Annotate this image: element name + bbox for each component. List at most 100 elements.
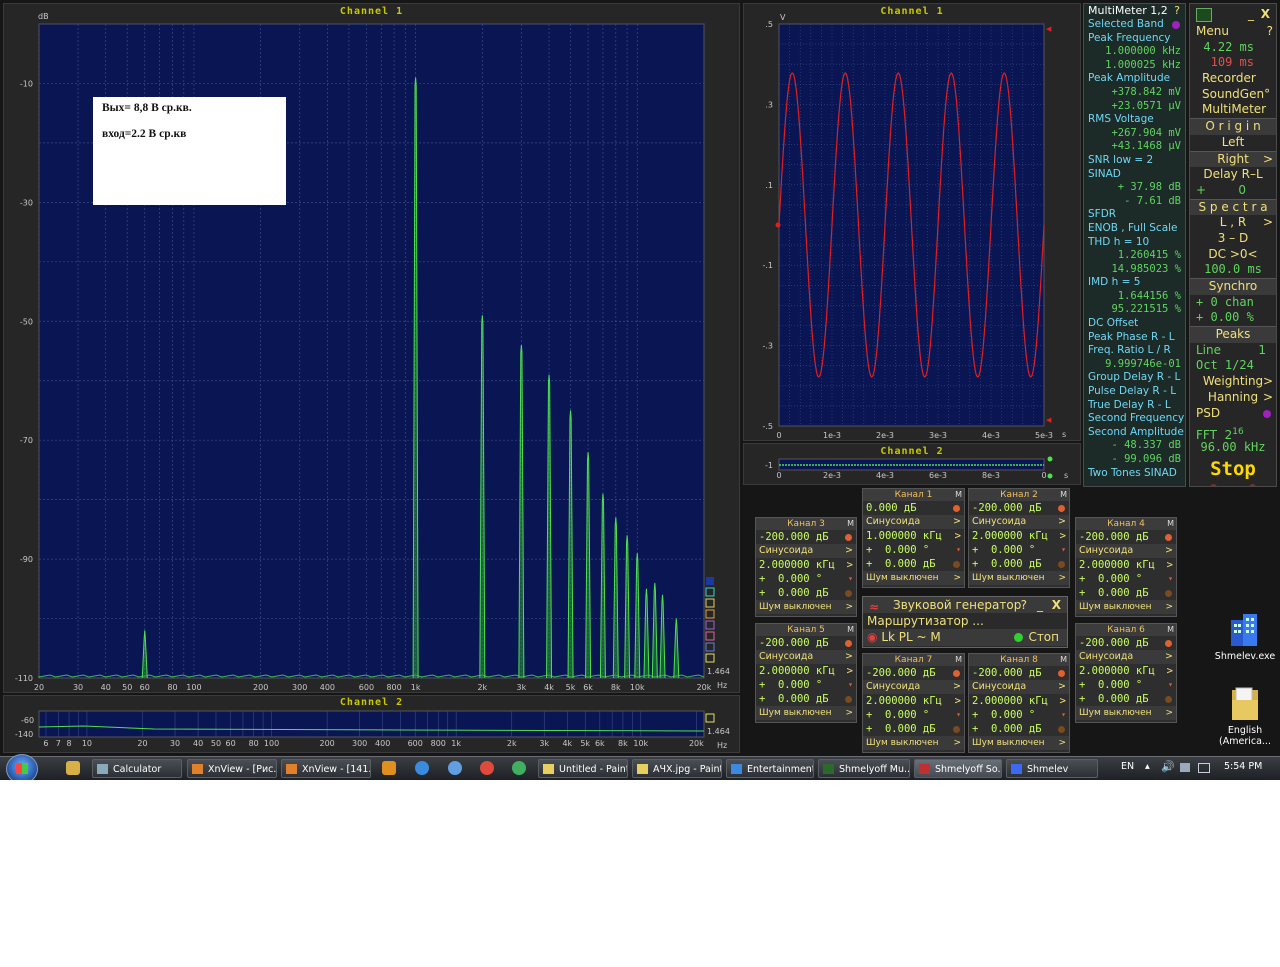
generator-channel-1[interactable]: Канал 1 M 0.000 дБ Синусоида >1.000000 кГц > +… <box>862 488 965 588</box>
channel-noise-toggle[interactable]: Шум выключен > <box>1076 706 1176 720</box>
multimeter-label[interactable]: Pulse Delay R - L <box>1084 385 1185 399</box>
line-row[interactable]: Line 1 <box>1190 343 1276 359</box>
language-indicator[interactable]: EN <box>1121 761 1134 772</box>
channel-level[interactable]: -200.000 дБ <box>1076 530 1176 544</box>
channel-m-button[interactable]: M <box>847 518 854 530</box>
multimeter-label[interactable]: True Delay R - L <box>1084 399 1185 413</box>
channel-waveform-select[interactable]: Синусоида > <box>756 650 856 664</box>
taskbar-item-xnview-1[interactable]: XnView - [Рис... <box>187 759 277 778</box>
channel-amplitude[interactable]: + 0.000 дБ <box>969 722 1069 736</box>
taskbar-item-calculator[interactable]: Calculator <box>92 759 182 778</box>
globe-icon[interactable] <box>512 761 526 775</box>
channel-level[interactable]: -200.000 дБ <box>969 501 1069 515</box>
channel-amplitude[interactable]: + 0.000 дБ <box>756 586 856 600</box>
channel-amplitude[interactable]: + 0.000 дБ <box>756 692 856 706</box>
delay-button[interactable]: Delay R–L <box>1190 167 1276 183</box>
channel-amplitude[interactable]: + 0.000 дБ <box>969 557 1069 571</box>
channel-frequency[interactable]: 2.000000 кГц > <box>969 694 1069 708</box>
channel-phase[interactable]: + 0.000 ° ▾ <box>756 678 856 692</box>
browser-icon[interactable] <box>448 761 462 775</box>
taskbar-item-xnview-2[interactable]: XnView - [141... <box>281 759 371 778</box>
weighting-button[interactable]: Weighting > <box>1190 374 1276 390</box>
channel-frequency[interactable]: 2.000000 кГц > <box>1076 558 1176 572</box>
minimize-button[interactable]: _ <box>1248 4 1254 24</box>
channel-noise-toggle[interactable]: Шум выключен > <box>1076 600 1176 614</box>
multimeter-label[interactable]: Peak Frequency <box>1084 32 1185 46</box>
generator-help-button[interactable]: ? <box>1021 597 1027 613</box>
channel-amplitude[interactable]: + 0.000 дБ <box>863 722 964 736</box>
dc-button[interactable]: DC >0< <box>1190 247 1276 263</box>
oct-row[interactable]: Oct 1/24 <box>1190 358 1276 374</box>
channel-level[interactable]: -200.000 дБ <box>1076 636 1176 650</box>
synchro-chan[interactable]: + 0 chan <box>1190 295 1276 311</box>
multimeter-label[interactable]: SINAD <box>1084 168 1185 182</box>
channel-header[interactable]: Канал 1 M <box>863 489 964 501</box>
channel-phase[interactable]: + 0.000 ° ▾ <box>969 708 1069 722</box>
fft-row[interactable]: FFT 216 <box>1190 421 1276 442</box>
desktop-icon-english[interactable]: English (America... <box>1213 686 1277 747</box>
generator-channel-5[interactable]: Канал 5 M -200.000 дБ Синусоида >2.000000 кГ… <box>755 623 857 723</box>
channel-amplitude[interactable]: + 0.000 дБ <box>1076 692 1176 706</box>
generator-channel-4[interactable]: Канал 4 M -200.000 дБ Синусоида >2.000000 кГ… <box>1075 517 1177 617</box>
taskbar-item-paint-1[interactable]: Untitled - Paint <box>538 759 628 778</box>
channel-frequency[interactable]: 1.000000 кГц > <box>863 529 964 543</box>
channel-m-button[interactable]: M <box>847 624 854 636</box>
multimeter-help-button[interactable]: ? <box>1174 4 1180 18</box>
generator-channel-8[interactable]: Канал 8 M -200.000 дБ Синусоида >2.000000 кГ… <box>968 653 1070 753</box>
channel-m-button[interactable]: M <box>955 489 962 501</box>
start-button[interactable] <box>6 754 38 780</box>
channel-phase[interactable]: + 0.000 ° ▾ <box>756 572 856 586</box>
channel-noise-toggle[interactable]: Шум выключен > <box>756 706 856 720</box>
channel-amplitude[interactable]: + 0.000 дБ <box>1076 586 1176 600</box>
router-button[interactable]: Маршрутизатор ... <box>863 613 1067 629</box>
multimeter-label[interactable]: THD h = 10 <box>1084 236 1185 250</box>
channel-waveform-select[interactable]: Синусоида > <box>863 680 964 694</box>
menu-button[interactable]: Menu? <box>1190 24 1276 40</box>
multimeter-label[interactable]: ENOB , Full Scale <box>1084 222 1185 236</box>
channel-header[interactable]: Канал 2 M <box>969 489 1069 501</box>
wave-button[interactable]: ~ <box>917 630 927 644</box>
multimeter-label[interactable]: Selected Band <box>1084 18 1185 32</box>
channel-noise-toggle[interactable]: Шум выключен > <box>863 571 964 585</box>
channel-header[interactable]: Канал 3 M <box>756 518 856 530</box>
lk-button[interactable]: Lk <box>881 630 895 644</box>
channel-waveform-select[interactable]: Синусоида > <box>969 680 1069 694</box>
lr-button[interactable]: L , R > <box>1190 215 1276 231</box>
generator-stop-button[interactable]: Стоп <box>1028 629 1059 646</box>
channel-frequency[interactable]: 2.000000 кГц > <box>863 694 964 708</box>
media-player-icon[interactable] <box>382 761 396 775</box>
channel-waveform-select[interactable]: Синусоида > <box>1076 650 1176 664</box>
channel-header[interactable]: Канал 7 M <box>863 654 964 666</box>
generator-title-bar[interactable]: ≈ Звуковой генератор ? _ X <box>863 597 1067 614</box>
channel-m-button[interactable]: M <box>1060 489 1067 501</box>
multimeter-label[interactable]: Peak Amplitude <box>1084 72 1185 86</box>
multimeter-label[interactable]: SNR low = 2 <box>1084 154 1185 168</box>
generator-channel-2[interactable]: Канал 2 M -200.000 дБ Синусоида >2.000000 кГ… <box>968 488 1070 588</box>
taskbar-item-shmelev[interactable]: Shmelev <box>1006 759 1098 778</box>
channel-frequency[interactable]: 2.000000 кГц > <box>969 529 1069 543</box>
channel-frequency[interactable]: 2.000000 кГц > <box>756 558 856 572</box>
channel-level[interactable]: -200.000 дБ <box>756 530 856 544</box>
close-button[interactable]: X <box>1261 4 1270 24</box>
multimeter-label[interactable]: Peak Phase R - L <box>1084 331 1185 345</box>
recorder-button[interactable]: Recorder <box>1190 71 1276 87</box>
channel-level[interactable]: -200.000 дБ <box>969 666 1069 680</box>
channel-waveform-select[interactable]: Синусоида > <box>969 515 1069 529</box>
power-icon[interactable]: ◉ <box>867 630 877 644</box>
channel-header[interactable]: Канал 6 M <box>1076 624 1176 636</box>
multimeter-label[interactable]: Group Delay R - L <box>1084 371 1185 385</box>
multimeter-label[interactable]: DC Offset <box>1084 317 1185 331</box>
scope-ch2-plot[interactable]: -1 0 2e-3 4e-3 6e-3 8e-3 0 s <box>744 444 1082 486</box>
desktop-icon-shmelev[interactable]: Shmelev.exe <box>1213 612 1277 662</box>
channel-amplitude[interactable]: + 0.000 дБ <box>863 557 964 571</box>
channel-frequency[interactable]: 2.000000 кГц > <box>756 664 856 678</box>
channel-header[interactable]: Канал 4 M <box>1076 518 1176 530</box>
generator-channel-7[interactable]: Канал 7 M -200.000 дБ Синусоида >2.000000 кГ… <box>862 653 965 753</box>
multimeter-label[interactable]: Freq. Ratio L / R <box>1084 344 1185 358</box>
origin-right-button[interactable]: Right > <box>1190 150 1276 168</box>
synchro-pct[interactable]: + 0.00 % <box>1190 310 1276 326</box>
channel-noise-toggle[interactable]: Шум выключен > <box>756 600 856 614</box>
ie-icon[interactable] <box>415 761 429 775</box>
channel-phase[interactable]: + 0.000 ° ▾ <box>1076 678 1176 692</box>
multimeter-label[interactable]: Second Frequency <box>1084 412 1185 426</box>
